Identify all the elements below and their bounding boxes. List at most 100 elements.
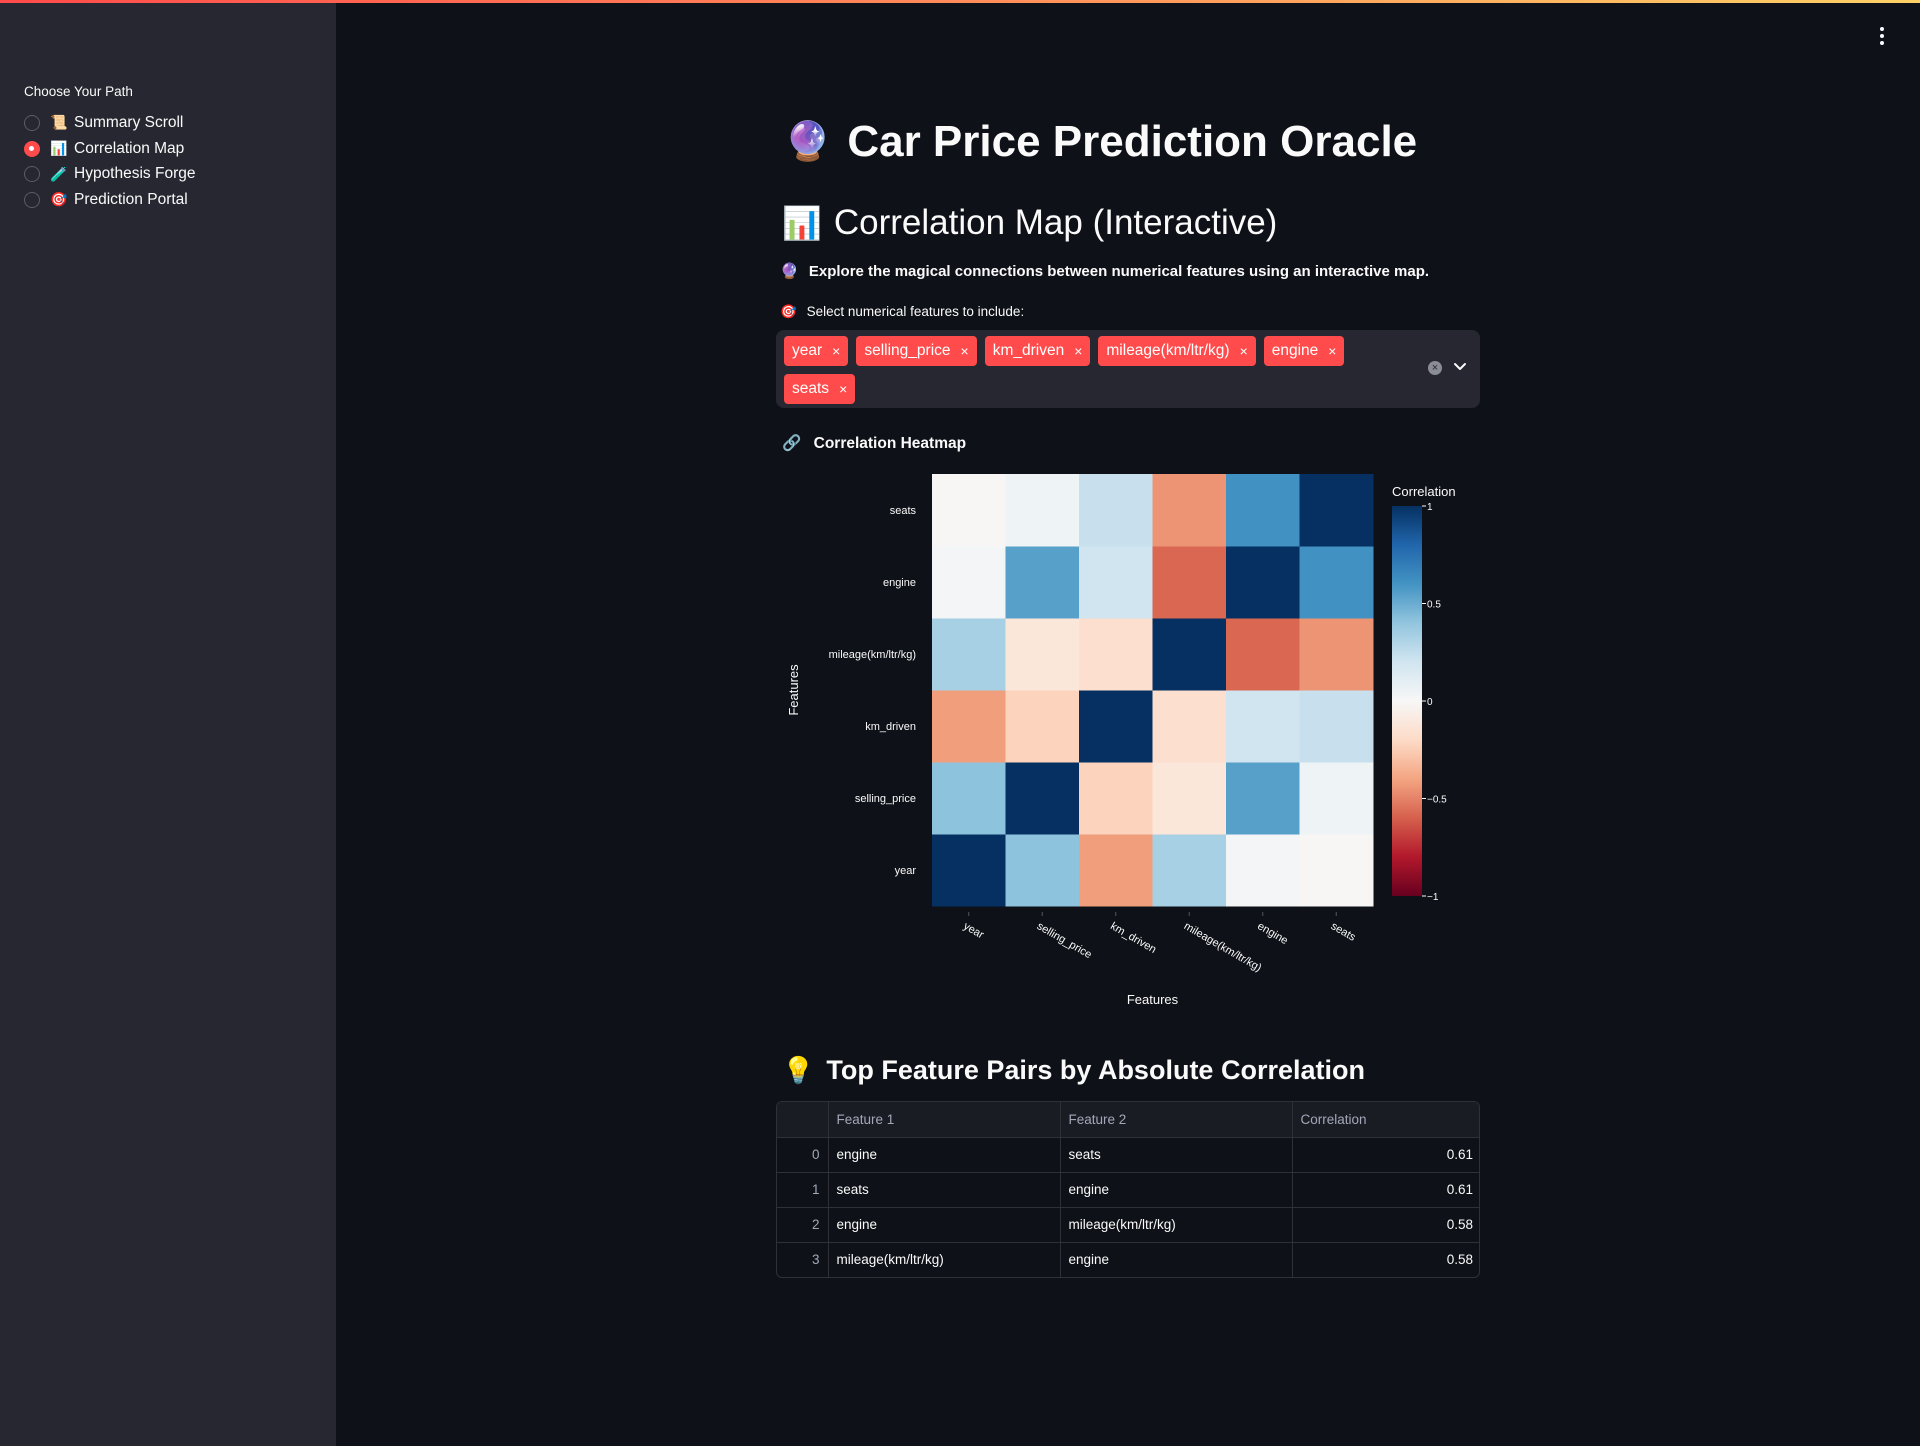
multiselect-label-text: Select numerical features to include: — [806, 304, 1025, 319]
y-tick-label: engine — [883, 577, 916, 589]
bar-chart-icon: 📊 — [50, 140, 68, 157]
radio-hypothesis-forge[interactable]: 🧪 Hypothesis Forge — [24, 161, 195, 187]
cell-feature-2[interactable]: engine — [1060, 1242, 1293, 1277]
chevron-down-icon[interactable] — [1452, 358, 1468, 374]
heatmap-cell — [1005, 474, 1080, 547]
cell-feature-2[interactable]: seats — [1060, 1137, 1293, 1173]
colorbar-tick-label: 1 — [1427, 502, 1433, 513]
radio-summary-scroll[interactable]: 📜 Summary Scroll — [24, 110, 195, 136]
colorbar-title: Correlation — [1392, 484, 1456, 499]
x-axis-title: Features — [1127, 992, 1179, 1007]
radio-button[interactable] — [24, 114, 40, 131]
row-index: 3 — [777, 1242, 829, 1277]
column-header-feature-2[interactable]: Feature 2 — [1060, 1102, 1293, 1138]
heatmap-cell — [1005, 834, 1080, 907]
heatmap-cell — [1152, 762, 1227, 835]
heatmap-cell — [1079, 618, 1153, 691]
cell-feature-1[interactable]: engine — [828, 1137, 1061, 1173]
heatmap-cell — [1079, 690, 1153, 763]
multiselect-label: 🎯 Select numerical features to include: — [780, 304, 1024, 320]
y-tick-label: mileage(km/ltr/kg) — [829, 649, 916, 661]
tag-remove-icon[interactable]: × — [961, 343, 969, 359]
pairs-table-grid: Feature 1 Feature 2 Correlation 0 engine… — [777, 1102, 1479, 1277]
tag-remove-icon[interactable]: × — [839, 381, 847, 397]
x-tick-label: mileage(km/ltr/kg) — [1182, 920, 1264, 974]
radio-button-selected[interactable] — [24, 140, 40, 157]
heatmap-cell — [932, 546, 1006, 619]
heatmap-cell — [932, 834, 1006, 907]
tag-remove-icon[interactable]: × — [1328, 343, 1336, 359]
heatmap-cell — [932, 690, 1006, 763]
tag-label: mileage(km/ltr/kg) — [1106, 342, 1230, 359]
colorbar-tick-label: 0 — [1427, 697, 1433, 708]
tag-seats: seats × — [784, 374, 856, 404]
selected-tags: year × selling_price × km_driven × milea… — [784, 336, 1404, 404]
correlation-heatmap[interactable]: year selling_price km_driven mileage(km/ltr… — [776, 456, 1480, 1016]
tag-year: year × — [784, 336, 849, 366]
top-decoration-bar — [0, 0, 1920, 3]
cell-correlation[interactable]: 0.61 — [1292, 1172, 1479, 1208]
cell-feature-1[interactable]: mileage(km/ltr/kg) — [828, 1242, 1061, 1277]
heatmap-cell — [1226, 690, 1300, 763]
table-row: 0 engine seats 0.61 — [777, 1137, 1479, 1173]
row-index: 0 — [777, 1137, 829, 1173]
radio-prediction-portal[interactable]: 🎯 Prediction Portal — [24, 187, 195, 213]
radio-label: Correlation Map — [74, 139, 185, 157]
radio-correlation-map[interactable]: 📊 Correlation Map — [24, 136, 195, 162]
heatmap-cell — [1152, 690, 1227, 763]
column-header-feature-1[interactable]: Feature 1 — [828, 1102, 1061, 1138]
pairs-title: 💡 Top Feature Pairs by Absolute Correlat… — [782, 1050, 1365, 1090]
radio-button[interactable] — [24, 166, 40, 183]
x-tick-label: year — [961, 920, 986, 941]
row-index: 1 — [777, 1172, 829, 1208]
kebab-dot-icon — [1880, 41, 1884, 45]
section-title: 📊 Correlation Map (Interactive) — [782, 200, 1277, 246]
y-tick-label: seats — [890, 505, 917, 517]
colorbar-tick-label: −1 — [1427, 892, 1439, 903]
pairs-title-text: Top Feature Pairs by Absolute Correlatio… — [826, 1054, 1365, 1085]
section-description: 🔮 Explore the magical connections betwee… — [780, 262, 1429, 280]
light-bulb-icon: 💡 — [782, 1054, 815, 1085]
cell-feature-1[interactable]: engine — [828, 1207, 1061, 1243]
heatmap-title-text: Correlation Heatmap — [813, 435, 967, 452]
nav-radio-group: 📜 Summary Scroll 📊 Correlation Map 🧪 Hyp… — [24, 110, 195, 213]
heatmap-cell — [932, 762, 1006, 835]
heatmap-cell — [1299, 474, 1374, 547]
tag-remove-icon[interactable]: × — [1240, 343, 1248, 359]
radio-label: Prediction Portal — [74, 190, 188, 208]
cell-feature-2[interactable]: engine — [1060, 1172, 1293, 1208]
heatmap-cell — [1299, 762, 1374, 835]
main-menu-button[interactable] — [1872, 22, 1892, 50]
pairs-table[interactable]: Feature 1 Feature 2 Correlation 0 engine… — [776, 1101, 1480, 1278]
cell-feature-2[interactable]: mileage(km/ltr/kg) — [1060, 1207, 1293, 1243]
tag-label: seats — [792, 380, 830, 397]
heatmap-cell — [1299, 546, 1374, 619]
tag-remove-icon[interactable]: × — [1074, 343, 1082, 359]
cell-correlation[interactable]: 0.61 — [1292, 1137, 1479, 1173]
y-tick-label: year — [895, 865, 917, 877]
heatmap-cell — [1226, 762, 1300, 835]
tag-label: selling_price — [864, 342, 951, 359]
column-header-correlation[interactable]: Correlation — [1292, 1102, 1479, 1138]
heatmap-cell — [1226, 546, 1300, 619]
cell-correlation[interactable]: 0.58 — [1292, 1242, 1479, 1277]
cell-correlation[interactable]: 0.58 — [1292, 1207, 1479, 1243]
colorbar-tick-label: 0.5 — [1427, 600, 1441, 611]
heatmap-cell — [1152, 546, 1227, 619]
tag-remove-icon[interactable]: × — [832, 343, 840, 359]
feature-multiselect[interactable]: year × selling_price × km_driven × milea… — [776, 330, 1480, 408]
y-axis-title: Features — [786, 664, 801, 716]
cell-feature-1[interactable]: seats — [828, 1172, 1061, 1208]
x-tick-label: selling_price — [1035, 920, 1094, 961]
heatmap-cell — [1005, 546, 1080, 619]
x-tick-label: seats — [1329, 920, 1358, 944]
heatmap-cell — [1079, 474, 1153, 547]
y-tick-label: selling_price — [855, 793, 916, 805]
table-row: 1 seats engine 0.61 — [777, 1172, 1479, 1208]
radio-button[interactable] — [24, 191, 40, 208]
heatmap-cell — [1005, 762, 1080, 835]
heatmap-cell — [1299, 690, 1374, 763]
clear-all-icon[interactable]: × — [1428, 361, 1442, 375]
radio-label: Hypothesis Forge — [74, 165, 196, 183]
heatmap-cell — [1152, 474, 1227, 547]
